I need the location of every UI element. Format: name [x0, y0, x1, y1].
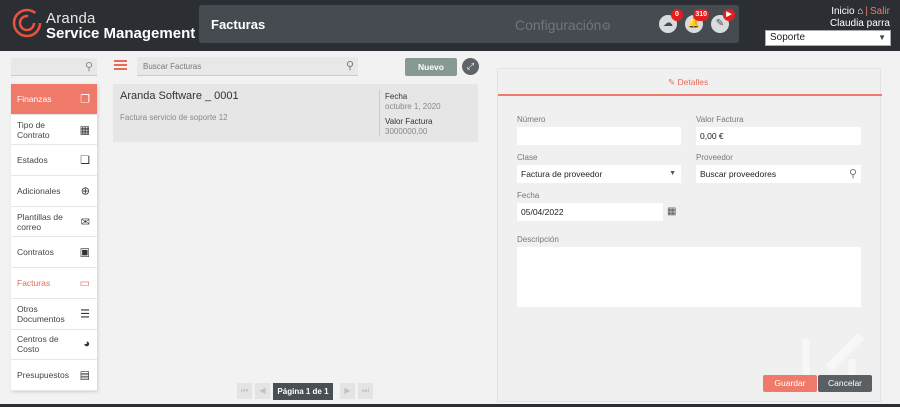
new-button[interactable]: Nuevo	[405, 58, 457, 76]
stack-icon: ❐	[80, 93, 90, 106]
hamburger-menu-icon[interactable]	[114, 60, 127, 71]
tab-label: Detalles	[677, 77, 709, 87]
contract-icon: ▣	[79, 246, 90, 259]
fecha-label: Fecha	[385, 92, 408, 101]
descripcion-textarea[interactable]	[517, 247, 861, 307]
sidebar-item-otros-documentos[interactable]: Otros Documentos ☰	[11, 299, 97, 330]
page-indicator: Página 1 de 1	[273, 383, 333, 400]
user-name: Claudia parra	[829, 18, 890, 29]
module-bar: Facturas Configuración⚙ ☁ 0 🔔 310 ✎ ▶	[199, 5, 739, 43]
first-page-button[interactable]: ⏮	[237, 383, 252, 399]
fecha-input[interactable]: 05/04/2022	[517, 203, 663, 221]
sidebar-item-finanzas[interactable]: Finanzas ❐	[11, 84, 97, 115]
sidebar-item-facturas[interactable]: Facturas ▭	[11, 268, 97, 299]
divider	[379, 90, 380, 136]
sidebar-item-label: Presupuestos	[17, 370, 69, 381]
sidebar-item-centros-costo[interactable]: Centros de Costo ◕	[11, 330, 97, 361]
search-icon: ⚲	[84, 61, 93, 73]
tab-detalles[interactable]: ✎ Detalles	[498, 69, 882, 96]
config-label: Configuración	[515, 17, 602, 33]
proveedor-search[interactable]: Buscar proveedores ⚲	[696, 165, 861, 183]
copy-icon: ❏	[80, 154, 90, 167]
sidebar-item-plantillas[interactable]: Plantillas de correo ✉	[11, 207, 97, 238]
sidebar-item-adicionales[interactable]: Adicionales ⊕	[11, 176, 97, 207]
numero-input[interactable]	[517, 127, 681, 145]
bell-icon[interactable]: 🔔 310	[685, 9, 709, 33]
valor-value: 3000000,00	[385, 127, 428, 136]
cloud-download-icon[interactable]: ☁ 0	[659, 9, 683, 33]
sidebar-item-label: Tipo de Contrato	[17, 119, 50, 140]
detail-panel: ✎ Detalles Número Valor Factura 0,00 € C…	[497, 68, 882, 402]
edit-icon: ✎	[668, 77, 676, 87]
grid-icon: ▦	[79, 124, 90, 137]
sidebar-item-label: Facturas	[17, 277, 51, 288]
config-link[interactable]: Configuración⚙	[515, 17, 611, 33]
invoice-description: Factura servicio de soporte 12	[120, 113, 228, 122]
project-value: Soporte	[770, 32, 806, 43]
notification-badge: 0	[671, 9, 683, 21]
chevron-down-icon: ▼	[669, 170, 676, 177]
sidebar-item-label: Finanzas	[17, 93, 52, 104]
sidebar-item-label: Adicionales	[17, 185, 61, 196]
document-icon: ☰	[80, 308, 90, 321]
invoice-title: Aranda Software _ 0001	[120, 90, 239, 102]
clase-select[interactable]: Factura de proveedor ▼	[517, 165, 681, 183]
sidebar-item-estados[interactable]: Estados ❏	[11, 145, 97, 177]
search-input[interactable]: Buscar Facturas ⚲	[137, 57, 358, 76]
valor-label: Valor Factura	[385, 117, 433, 126]
salir-link[interactable]: Salir	[870, 6, 890, 17]
pie-icon: ◕	[83, 338, 90, 351]
sidebar-search-input[interactable]: ⚲	[11, 58, 97, 76]
clase-label: Clase	[517, 153, 538, 162]
tools-icon[interactable]: ✎ ▶	[711, 9, 735, 33]
sidebar-item-label: Otros Documentos	[17, 303, 65, 324]
plus-circle-icon: ⊕	[80, 185, 90, 198]
clase-value: Factura de proveedor	[521, 169, 603, 179]
notification-badge: ▶	[723, 9, 735, 21]
money-icon: ▤	[79, 369, 90, 382]
search-placeholder: Buscar Facturas	[143, 62, 202, 71]
notification-badge: 310	[693, 9, 709, 21]
home-icon: ⌂	[857, 6, 864, 17]
module-title: Facturas	[211, 17, 266, 32]
sidebar-item-tipo-contrato[interactable]: Tipo de Contrato ▦	[11, 115, 97, 146]
proveedor-label: Proveedor	[696, 153, 733, 162]
project-select[interactable]: Soporte ▼	[765, 30, 891, 46]
user-links: Inicio ⌂ | Salir	[831, 6, 890, 17]
numero-label: Número	[517, 115, 546, 124]
expand-icon[interactable]: ⤢	[462, 58, 479, 75]
brand-line2: Service Management	[46, 25, 196, 42]
inicio-link[interactable]: Inicio ⌂	[831, 6, 863, 17]
valor-factura-input[interactable]: 0,00 €	[696, 127, 861, 145]
top-bar: Aranda Service Management Facturas Confi…	[0, 0, 900, 51]
aranda-logo-icon	[12, 8, 42, 38]
sidebar-item-label: Contratos	[17, 247, 54, 258]
fecha-label: Fecha	[517, 191, 540, 200]
sidebar-item-contratos[interactable]: Contratos ▣	[11, 237, 97, 269]
search-icon: ⚲	[848, 168, 857, 180]
mail-icon: ✉	[80, 216, 90, 229]
search-icon: ⚲	[345, 60, 354, 72]
sidebar: Finanzas ❐ Tipo de Contrato ▦ Estados ❏ …	[11, 84, 97, 391]
list-item[interactable]: Aranda Software _ 0001 Factura servicio …	[113, 84, 478, 142]
sidebar-item-label: Estados	[17, 155, 48, 166]
proveedor-placeholder: Buscar proveedores	[700, 169, 777, 179]
descripcion-label: Descripción	[517, 235, 559, 244]
divider: |	[865, 6, 868, 17]
invoice-icon: ▭	[79, 277, 90, 290]
gear-icon: ⚙	[601, 21, 612, 33]
calendar-icon[interactable]: ▦	[667, 206, 676, 217]
sidebar-item-label: Centros de Costo	[17, 334, 59, 355]
last-page-button[interactable]: ⏭	[358, 383, 373, 399]
chevron-down-icon: ▼	[878, 33, 886, 42]
valor-factura-label: Valor Factura	[696, 115, 744, 124]
cancel-button[interactable]: Cancelar	[818, 375, 872, 392]
prev-page-button[interactable]: ◀	[255, 383, 270, 399]
save-button[interactable]: Guardar	[763, 375, 817, 392]
fecha-value: octubre 1, 2020	[385, 102, 441, 111]
next-page-button[interactable]: ▶	[340, 383, 355, 399]
sidebar-item-label: Plantillas de correo	[17, 211, 63, 232]
sidebar-item-presupuestos[interactable]: Presupuestos ▤	[11, 360, 97, 391]
inicio-label: Inicio	[831, 6, 855, 17]
